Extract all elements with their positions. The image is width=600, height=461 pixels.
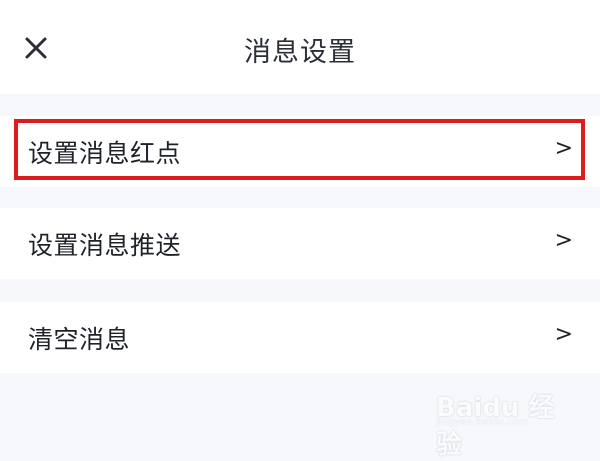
watermark-subtext: jingyan.baidu.com xyxy=(436,417,529,428)
chevron-right-icon: > xyxy=(554,322,573,347)
chevron-right-icon: > xyxy=(554,228,573,253)
setting-row-label: 设置消息推送 xyxy=(28,231,182,260)
header-bar: 消息设置 xyxy=(0,0,600,94)
setting-row-push[interactable]: 设置消息推送 > xyxy=(0,208,600,279)
watermark: Baidu 经验 jingyan.baidu.com xyxy=(436,381,566,460)
highlight-box xyxy=(14,119,585,180)
setting-row-clear[interactable]: 清空消息 > xyxy=(0,302,600,373)
setting-row-label: 清空消息 xyxy=(28,325,131,354)
page-title: 消息设置 xyxy=(244,37,356,68)
